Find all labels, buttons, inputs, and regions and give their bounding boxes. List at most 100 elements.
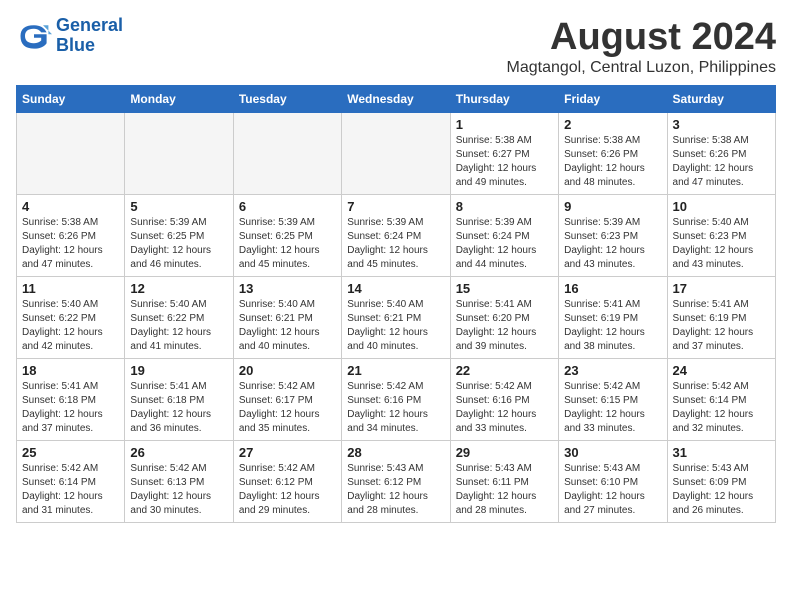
calendar-week-row: 11 Sunrise: 5:40 AM Sunset: 6:22 PM Dayli… <box>17 277 776 359</box>
day-number: 21 <box>347 363 444 378</box>
day-info: Sunrise: 5:39 AM Sunset: 6:24 PM Dayligh… <box>456 216 553 272</box>
calendar-cell: 20 Sunrise: 5:42 AM Sunset: 6:17 PM Dayli… <box>233 359 341 441</box>
day-number: 12 <box>130 281 227 296</box>
day-info: Sunrise: 5:38 AM Sunset: 6:26 PM Dayligh… <box>673 134 770 190</box>
day-of-week-header: Thursday <box>450 86 558 113</box>
main-title: August 2024 <box>507 16 777 59</box>
calendar-week-row: 4Sunrise: 5:38 AM Sunset: 6:26 PM Daylig… <box>17 195 776 277</box>
day-number: 3 <box>673 117 770 132</box>
day-of-week-header: Saturday <box>667 86 775 113</box>
calendar-cell: 26Sunrise: 5:42 AM Sunset: 6:13 PM Dayli… <box>125 441 233 523</box>
calendar-cell: 18 Sunrise: 5:41 AM Sunset: 6:18 PM Dayli… <box>17 359 125 441</box>
day-number: 13 <box>239 281 336 296</box>
calendar-body: 1 Sunrise: 5:38 AM Sunset: 6:27 PM Daylig… <box>17 113 776 523</box>
logo-icon <box>16 18 52 54</box>
day-number: 7 <box>347 199 444 214</box>
day-number: 6 <box>239 199 336 214</box>
day-info: Sunrise: 5:41 AM Sunset: 6:19 PM Dayligh… <box>564 298 661 354</box>
calendar-cell <box>17 113 125 195</box>
day-info: Sunrise: 5:41 AM Sunset: 6:18 PM Dayligh… <box>130 380 227 436</box>
day-info: Sunrise: 5:43 AM Sunset: 6:12 PM Dayligh… <box>347 462 444 518</box>
calendar: SundayMondayTuesdayWednesdayThursdayFrid… <box>16 85 776 523</box>
calendar-cell: 14Sunrise: 5:40 AM Sunset: 6:21 PM Dayli… <box>342 277 450 359</box>
day-info: Sunrise: 5:42 AM Sunset: 6:17 PM Dayligh… <box>239 380 336 436</box>
day-number: 22 <box>456 363 553 378</box>
day-info: Sunrise: 5:40 AM Sunset: 6:22 PM Dayligh… <box>130 298 227 354</box>
calendar-cell: 2 Sunrise: 5:38 AM Sunset: 6:26 PM Daylig… <box>559 113 667 195</box>
calendar-cell: 11 Sunrise: 5:40 AM Sunset: 6:22 PM Dayli… <box>17 277 125 359</box>
day-info: Sunrise: 5:41 AM Sunset: 6:18 PM Dayligh… <box>22 380 119 436</box>
calendar-cell <box>125 113 233 195</box>
calendar-cell: 19 Sunrise: 5:41 AM Sunset: 6:18 PM Dayli… <box>125 359 233 441</box>
day-number: 24 <box>673 363 770 378</box>
calendar-cell: 4Sunrise: 5:38 AM Sunset: 6:26 PM Daylig… <box>17 195 125 277</box>
day-number: 29 <box>456 445 553 460</box>
day-info: Sunrise: 5:40 AM Sunset: 6:21 PM Dayligh… <box>347 298 444 354</box>
calendar-cell: 27Sunrise: 5:42 AM Sunset: 6:12 PM Dayli… <box>233 441 341 523</box>
day-info: Sunrise: 5:42 AM Sunset: 6:12 PM Dayligh… <box>239 462 336 518</box>
day-of-week-header: Friday <box>559 86 667 113</box>
logo: General Blue <box>16 16 123 56</box>
day-number: 18 <box>22 363 119 378</box>
day-info: Sunrise: 5:38 AM Sunset: 6:26 PM Dayligh… <box>564 134 661 190</box>
day-of-week-header: Wednesday <box>342 86 450 113</box>
day-info: Sunrise: 5:42 AM Sunset: 6:14 PM Dayligh… <box>22 462 119 518</box>
calendar-cell: 24 Sunrise: 5:42 AM Sunset: 6:14 PM Dayli… <box>667 359 775 441</box>
calendar-cell: 13 Sunrise: 5:40 AM Sunset: 6:21 PM Dayli… <box>233 277 341 359</box>
day-info: Sunrise: 5:42 AM Sunset: 6:14 PM Dayligh… <box>673 380 770 436</box>
calendar-cell: 29 Sunrise: 5:43 AM Sunset: 6:11 PM Dayli… <box>450 441 558 523</box>
calendar-cell: 22Sunrise: 5:42 AM Sunset: 6:16 PM Dayli… <box>450 359 558 441</box>
calendar-week-row: 25 Sunrise: 5:42 AM Sunset: 6:14 PM Dayli… <box>17 441 776 523</box>
calendar-cell: 10 Sunrise: 5:40 AM Sunset: 6:23 PM Dayli… <box>667 195 775 277</box>
day-info: Sunrise: 5:43 AM Sunset: 6:09 PM Dayligh… <box>673 462 770 518</box>
calendar-cell: 25 Sunrise: 5:42 AM Sunset: 6:14 PM Dayli… <box>17 441 125 523</box>
calendar-cell: 21 Sunrise: 5:42 AM Sunset: 6:16 PM Dayli… <box>342 359 450 441</box>
calendar-cell: 8 Sunrise: 5:39 AM Sunset: 6:24 PM Daylig… <box>450 195 558 277</box>
day-number: 17 <box>673 281 770 296</box>
day-number: 28 <box>347 445 444 460</box>
day-info: Sunrise: 5:42 AM Sunset: 6:13 PM Dayligh… <box>130 462 227 518</box>
day-number: 2 <box>564 117 661 132</box>
day-number: 10 <box>673 199 770 214</box>
calendar-cell: 6 Sunrise: 5:39 AM Sunset: 6:25 PM Daylig… <box>233 195 341 277</box>
calendar-week-row: 18 Sunrise: 5:41 AM Sunset: 6:18 PM Dayli… <box>17 359 776 441</box>
calendar-cell: 3 Sunrise: 5:38 AM Sunset: 6:26 PM Daylig… <box>667 113 775 195</box>
day-number: 23 <box>564 363 661 378</box>
day-number: 15 <box>456 281 553 296</box>
day-info: Sunrise: 5:41 AM Sunset: 6:19 PM Dayligh… <box>673 298 770 354</box>
day-info: Sunrise: 5:39 AM Sunset: 6:24 PM Dayligh… <box>347 216 444 272</box>
day-number: 4 <box>22 199 119 214</box>
day-number: 20 <box>239 363 336 378</box>
day-number: 25 <box>22 445 119 460</box>
logo-line2: Blue <box>56 36 123 56</box>
day-of-week-header: Tuesday <box>233 86 341 113</box>
day-info: Sunrise: 5:40 AM Sunset: 6:21 PM Dayligh… <box>239 298 336 354</box>
calendar-cell: 17 Sunrise: 5:41 AM Sunset: 6:19 PM Dayli… <box>667 277 775 359</box>
calendar-cell: 23 Sunrise: 5:42 AM Sunset: 6:15 PM Dayli… <box>559 359 667 441</box>
calendar-cell: 30Sunrise: 5:43 AM Sunset: 6:10 PM Dayli… <box>559 441 667 523</box>
day-of-week-header: Monday <box>125 86 233 113</box>
day-of-week-header: Sunday <box>17 86 125 113</box>
day-info: Sunrise: 5:38 AM Sunset: 6:27 PM Dayligh… <box>456 134 553 190</box>
day-number: 19 <box>130 363 227 378</box>
calendar-cell: 12 Sunrise: 5:40 AM Sunset: 6:22 PM Dayli… <box>125 277 233 359</box>
calendar-cell: 1 Sunrise: 5:38 AM Sunset: 6:27 PM Daylig… <box>450 113 558 195</box>
day-info: Sunrise: 5:39 AM Sunset: 6:25 PM Dayligh… <box>239 216 336 272</box>
day-number: 11 <box>22 281 119 296</box>
day-number: 8 <box>456 199 553 214</box>
logo-line1: General <box>56 16 123 36</box>
day-number: 5 <box>130 199 227 214</box>
day-info: Sunrise: 5:42 AM Sunset: 6:16 PM Dayligh… <box>347 380 444 436</box>
calendar-cell: 7 Sunrise: 5:39 AM Sunset: 6:24 PM Daylig… <box>342 195 450 277</box>
calendar-cell: 5 Sunrise: 5:39 AM Sunset: 6:25 PM Daylig… <box>125 195 233 277</box>
calendar-week-row: 1 Sunrise: 5:38 AM Sunset: 6:27 PM Daylig… <box>17 113 776 195</box>
day-info: Sunrise: 5:39 AM Sunset: 6:25 PM Dayligh… <box>130 216 227 272</box>
day-info: Sunrise: 5:43 AM Sunset: 6:11 PM Dayligh… <box>456 462 553 518</box>
day-info: Sunrise: 5:40 AM Sunset: 6:22 PM Dayligh… <box>22 298 119 354</box>
day-info: Sunrise: 5:40 AM Sunset: 6:23 PM Dayligh… <box>673 216 770 272</box>
day-info: Sunrise: 5:42 AM Sunset: 6:15 PM Dayligh… <box>564 380 661 436</box>
day-number: 1 <box>456 117 553 132</box>
calendar-header-row: SundayMondayTuesdayWednesdayThursdayFrid… <box>17 86 776 113</box>
day-number: 9 <box>564 199 661 214</box>
calendar-cell: 31Sunrise: 5:43 AM Sunset: 6:09 PM Dayli… <box>667 441 775 523</box>
